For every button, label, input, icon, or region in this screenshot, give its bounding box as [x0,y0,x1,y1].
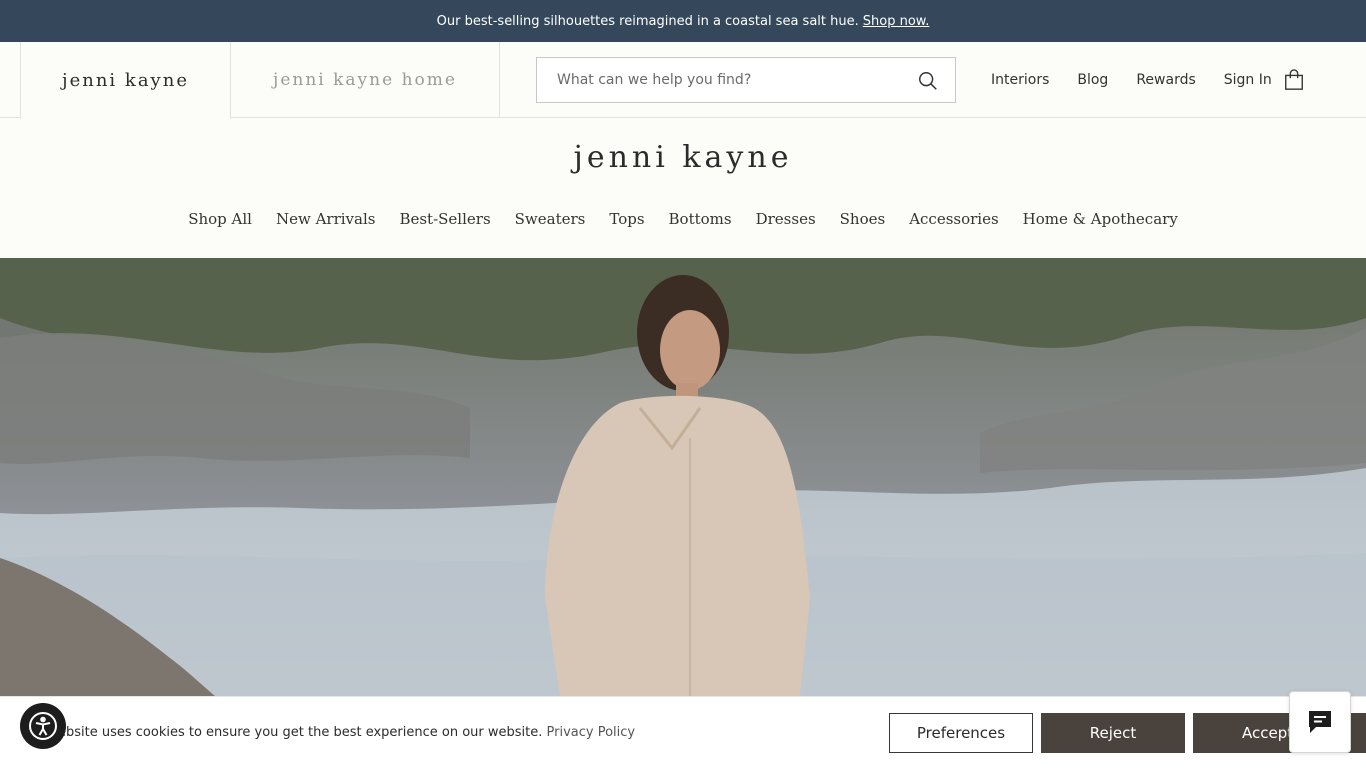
announcement-bar: Our best-selling silhouettes reimagined … [0,0,1366,42]
nav-bottoms[interactable]: Bottoms [669,210,732,228]
nav-dresses[interactable]: Dresses [756,210,816,228]
chat-button[interactable] [1289,691,1351,753]
search-input[interactable] [537,72,897,88]
nav-best-sellers[interactable]: Best-Sellers [399,210,490,228]
util-link-interiors[interactable]: Interiors [991,72,1049,88]
top-bar: jenni kayne jenni kayne home Interiors B… [0,42,1366,119]
nav-sweaters[interactable]: Sweaters [515,210,586,228]
search-icon[interactable] [917,70,939,92]
cookie-message: ebsite uses cookies to ensure you get th… [58,725,635,740]
brand-tab-label: jenni kayne [62,70,189,91]
util-link-sign-in[interactable]: Sign In [1224,72,1272,88]
search-box [536,57,956,103]
hero-image[interactable] [0,258,1366,696]
privacy-policy-link[interactable]: Privacy Policy [547,725,636,740]
accessibility-button[interactable] [20,703,66,749]
nav-shop-all[interactable]: Shop All [188,210,252,228]
reject-button[interactable]: Reject [1041,713,1185,753]
brand-tab-jenni-kayne-home[interactable]: jenni kayne home [231,42,500,118]
brand-tab-label: jenni kayne home [273,70,457,90]
util-link-rewards[interactable]: Rewards [1136,72,1195,88]
hero-illustration [0,258,1366,696]
nav-new-arrivals[interactable]: New Arrivals [276,210,376,228]
announcement-shop-link[interactable]: Shop now. [863,14,930,29]
cookie-text: ebsite uses cookies to ensure you get th… [58,725,543,740]
nav-shoes[interactable]: Shoes [840,210,886,228]
chat-icon [1309,711,1331,733]
nav-home-apothecary[interactable]: Home & Apothecary [1023,210,1178,228]
utility-nav: Interiors Blog Rewards Sign In [991,42,1300,118]
site-logo[interactable]: jenni kayne [0,140,1366,175]
main-nav: Shop All New Arrivals Best-Sellers Sweat… [0,210,1366,228]
nav-tops[interactable]: Tops [609,210,644,228]
accessibility-icon [29,712,57,740]
shopping-bag-icon[interactable] [1283,69,1305,91]
cookie-banner: ebsite uses cookies to ensure you get th… [0,696,1366,768]
announcement-text: Our best-selling silhouettes reimagined … [436,13,859,29]
util-link-blog[interactable]: Blog [1077,72,1108,88]
nav-accessories[interactable]: Accessories [909,210,998,228]
brand-tab-jenni-kayne[interactable]: jenni kayne [20,42,231,119]
preferences-button[interactable]: Preferences [889,713,1033,753]
